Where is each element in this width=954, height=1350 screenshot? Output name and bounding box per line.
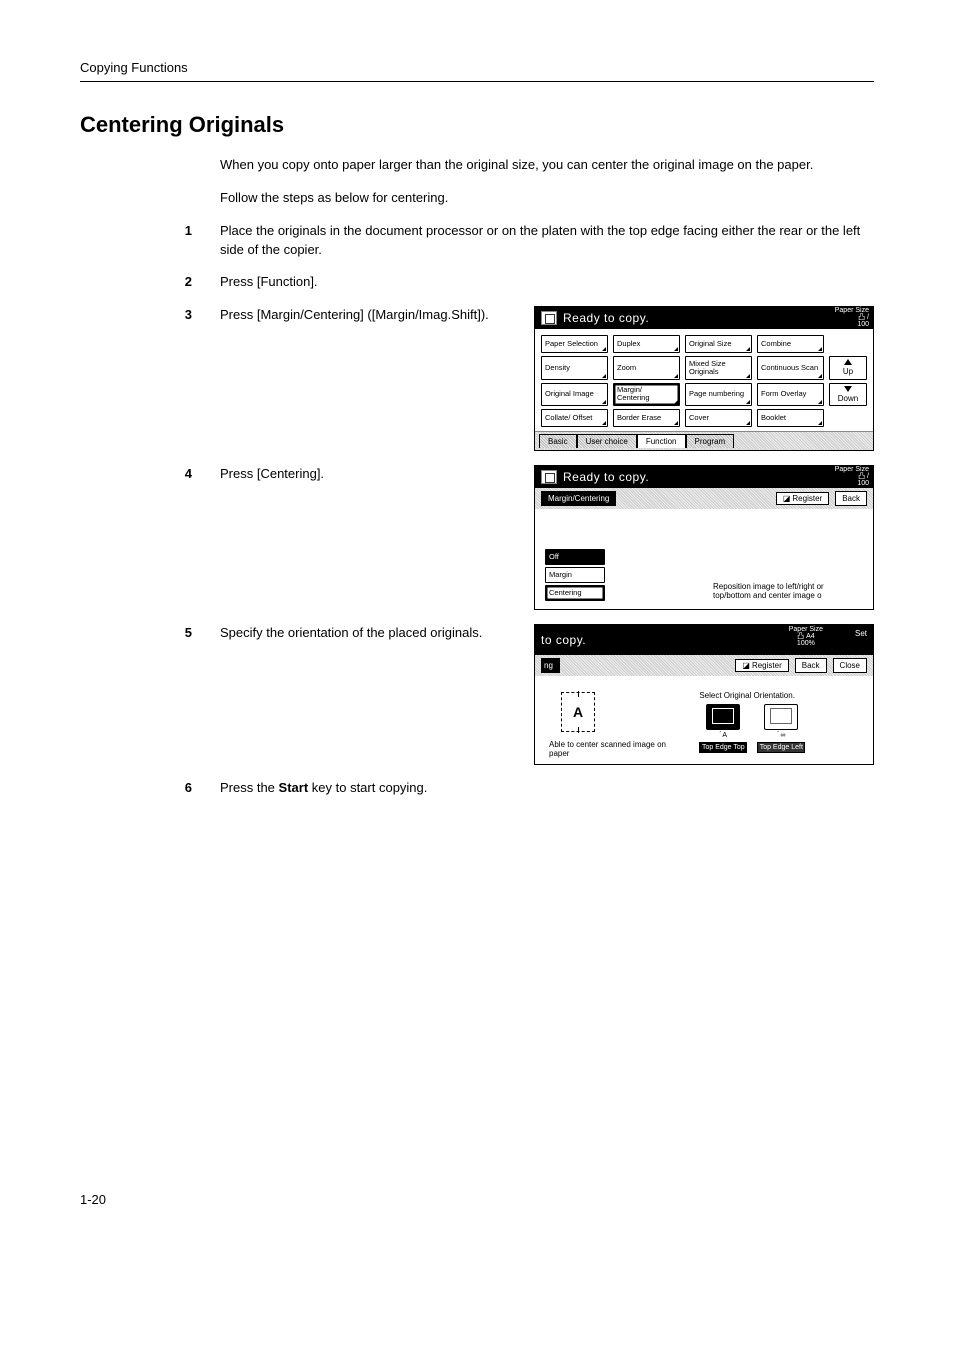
top-edge-top-button[interactable]: Top Edge Top xyxy=(699,742,747,753)
register-button[interactable]: ◪Register xyxy=(776,492,829,505)
centering-diagram-icon: A xyxy=(561,692,595,732)
form-overlay-button[interactable]: Form Overlay xyxy=(757,383,824,406)
register-button[interactable]: ◪Register xyxy=(735,659,788,672)
triangle-up-icon xyxy=(844,359,852,365)
step-number: 2 xyxy=(80,273,220,289)
original-size-button[interactable]: Original Size xyxy=(685,335,752,353)
set-label: Set xyxy=(855,629,867,638)
copier-panel-function: Ready to copy. Paper Size凸 /100 Paper Se… xyxy=(534,306,874,451)
hint-text: Reposition image to left/right or top/bo… xyxy=(713,583,863,601)
step-6-text: Press the Start key to start copying. xyxy=(220,779,874,798)
paper-size-value: 100 xyxy=(835,321,869,328)
panel-icon xyxy=(541,311,557,325)
tab-user-choice[interactable]: User choice xyxy=(577,434,637,448)
top-edge-top-icon[interactable] xyxy=(706,704,740,730)
diagram-caption: Able to center scanned image on paper xyxy=(549,740,683,758)
continuous-scan-button[interactable]: Continuous Scan xyxy=(757,356,824,379)
step-number: 3 xyxy=(80,306,220,322)
step-number: 6 xyxy=(80,779,220,795)
shortcut-icon: ◪ xyxy=(742,662,750,670)
original-image-button[interactable]: Original Image xyxy=(541,383,608,406)
paper-size-percent: 100% xyxy=(789,640,823,647)
tab-basic[interactable]: Basic xyxy=(539,434,577,448)
tab-program[interactable]: Program xyxy=(686,434,735,448)
panel-title: to copy. xyxy=(541,633,586,647)
step-2-text: Press [Function]. xyxy=(220,273,874,292)
step-1-text: Place the originals in the document proc… xyxy=(220,222,874,260)
paper-selection-button[interactable]: Paper Selection xyxy=(541,335,608,353)
sub-tab-centering[interactable]: ng xyxy=(541,658,560,673)
rule xyxy=(80,81,874,82)
running-head: Copying Functions xyxy=(80,60,874,75)
tab-function[interactable]: Function xyxy=(637,434,686,448)
margin-centering-button[interactable]: Margin/ Centering xyxy=(613,383,680,406)
back-button[interactable]: Back xyxy=(835,491,867,506)
step-number: 4 xyxy=(80,465,220,481)
step-3-text: Press [Margin/Centering] ([Margin/Imag.S… xyxy=(220,306,518,325)
density-button[interactable]: Density xyxy=(541,356,608,379)
margin-button[interactable]: Margin xyxy=(545,567,605,583)
step-number: 5 xyxy=(80,624,220,640)
mixed-size-originals-button[interactable]: Mixed Size Originals xyxy=(685,356,752,379)
paper-size-label: Paper Size xyxy=(789,626,823,633)
top-edge-left-button[interactable]: Top Edge Left xyxy=(757,742,805,753)
off-button[interactable]: Off xyxy=(545,549,605,565)
panel-title: Ready to copy. xyxy=(563,470,649,484)
down-button[interactable]: Down xyxy=(829,383,867,406)
booklet-button[interactable]: Booklet xyxy=(757,409,824,427)
step-number: 1 xyxy=(80,222,220,238)
combine-button[interactable]: Combine xyxy=(757,335,824,353)
step-4-text: Press [Centering]. xyxy=(220,465,518,484)
page-heading: Centering Originals xyxy=(80,112,874,138)
duplex-button[interactable]: Duplex xyxy=(613,335,680,353)
border-erase-button[interactable]: Border Erase xyxy=(613,409,680,427)
close-button[interactable]: Close xyxy=(833,658,867,673)
up-button[interactable]: Up xyxy=(829,356,867,379)
collate-offset-button[interactable]: Collate/ Offset xyxy=(541,409,608,427)
centering-button[interactable]: Centering xyxy=(545,585,605,601)
orientation-label: Select Original Orientation. xyxy=(699,692,863,700)
copier-panel-orientation: to copy. Paper Size 凸 A4 100% Set ng ◪R xyxy=(534,624,874,765)
cover-button[interactable]: Cover xyxy=(685,409,752,427)
intro-para-2: Follow the steps as below for centering. xyxy=(220,189,864,208)
triangle-down-icon xyxy=(844,386,852,392)
paper-size-value: 100 xyxy=(835,480,869,487)
paper-size-value: A4 xyxy=(806,633,815,640)
panel-icon xyxy=(541,470,557,484)
back-button[interactable]: Back xyxy=(795,658,827,673)
page-number: 1-20 xyxy=(80,812,874,1207)
panel-title: Ready to copy. xyxy=(563,311,649,325)
intro-para-1: When you copy onto paper larger than the… xyxy=(220,156,864,175)
paper-size-label: Paper Size xyxy=(835,466,869,473)
page-numbering-button[interactable]: Page numbering xyxy=(685,383,752,406)
top-edge-left-icon[interactable] xyxy=(764,704,798,730)
shortcut-icon: ◪ xyxy=(783,495,791,503)
step-5-text: Specify the orientation of the placed or… xyxy=(220,624,518,643)
sub-tab-margin-centering[interactable]: Margin/Centering xyxy=(541,491,616,506)
copier-panel-margin-centering: Ready to copy. Paper Size凸 /100 Margin/C… xyxy=(534,465,874,610)
zoom-button[interactable]: Zoom xyxy=(613,356,680,379)
